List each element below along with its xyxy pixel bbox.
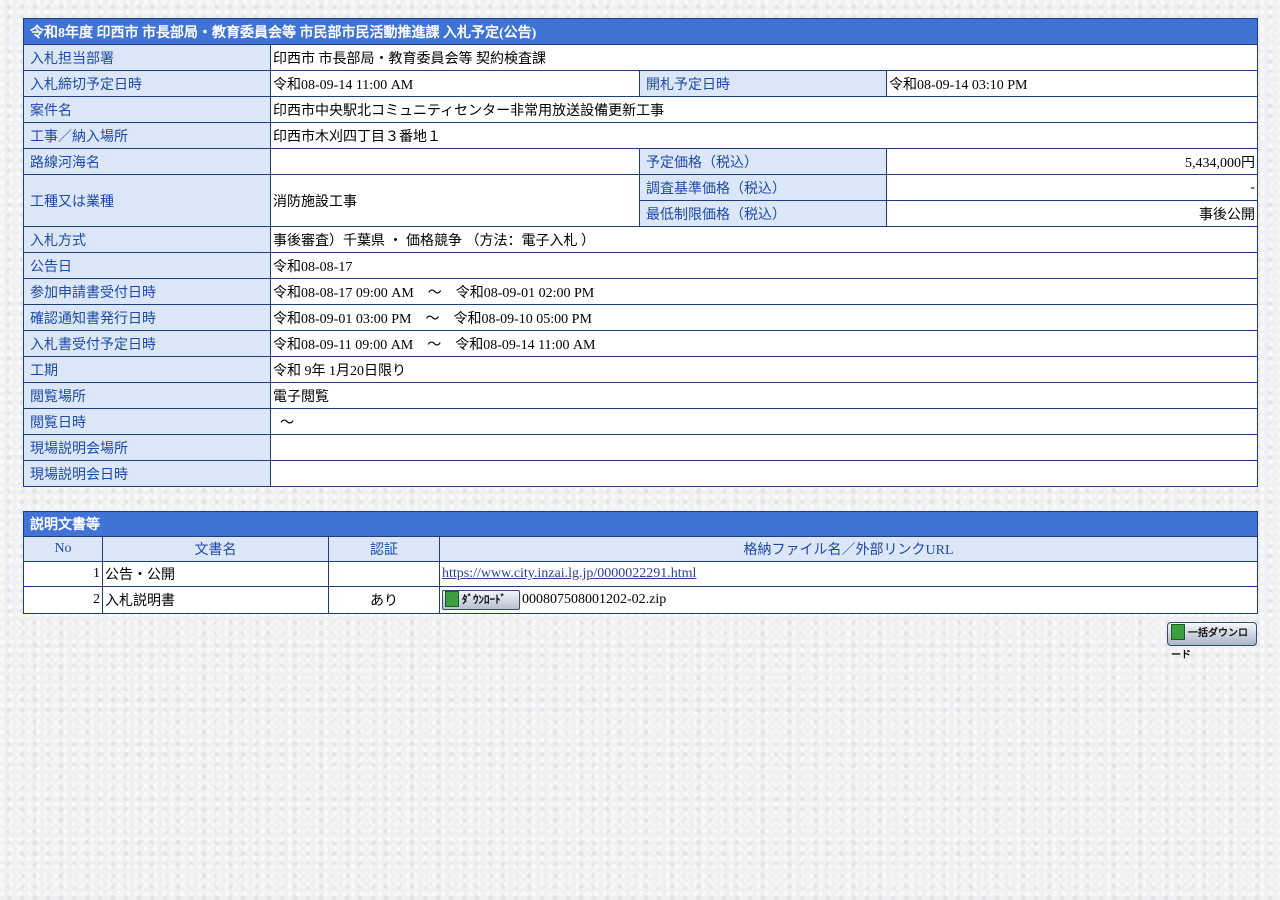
label-bid-deadline: 入札締切予定日時 — [23, 70, 271, 97]
documents-table: 説明文書等 No 文書名 認証 格納ファイル名／外部リンクURL 1 公告・公開… — [23, 511, 1258, 614]
row-doc-name: 入札説明書 — [102, 586, 329, 614]
label-route-name: 路線河海名 — [23, 148, 271, 175]
label-location: 工事／納入場所 — [23, 122, 271, 149]
bulk-download-button[interactable]: 一括ダウンロード — [1167, 622, 1257, 661]
row-no: 2 — [23, 586, 103, 614]
file-name: 000807508001202-02.zip — [522, 592, 667, 608]
value-survey-price: - — [885, 174, 1259, 201]
column-header-auth: 認証 — [328, 536, 440, 562]
page-content: 令和8年度 印西市 市長部局・教育委員会等 市民部市民活動推進課 入札予定(公告… — [22, 18, 1259, 661]
value-announce-date: 令和08-08-17 — [269, 252, 1259, 279]
value-route-name — [270, 148, 640, 175]
value-planned-price: 5,434,000円 — [885, 148, 1259, 175]
label-viewing-date: 閲覧日時 — [23, 408, 271, 435]
table-row: 2 入札説明書 あり ﾀﾞｳﾝﾛｰﾄﾞ 000807508001202-02.zi… — [23, 586, 1258, 614]
value-viewing-place: 電子閲覧 — [269, 382, 1259, 409]
label-department: 入札担当部署 — [23, 44, 271, 71]
label-survey-price: 調査基準価格（税込） — [639, 174, 887, 201]
row-doc-name: 公告・公開 — [102, 561, 329, 587]
label-bid-method: 入札方式 — [23, 226, 271, 253]
label-site-briefing-place: 現場説明会場所 — [23, 434, 271, 461]
label-bid-receipt-period: 入札書受付予定日時 — [23, 330, 271, 357]
label-project-name: 案件名 — [23, 96, 271, 123]
value-site-briefing-place — [269, 434, 1259, 461]
table-row: 1 公告・公開 https://www.city.inzai.lg.jp/000… — [23, 561, 1258, 587]
value-project-name: 印西市中央駅北コミュニティセンター非常用放送設備更新工事 — [269, 96, 1259, 123]
row-file: https://www.city.inzai.lg.jp/0000022291.… — [439, 561, 1258, 587]
external-link[interactable]: https://www.city.inzai.lg.jp/0000022291.… — [442, 566, 696, 581]
value-site-briefing-date — [269, 460, 1259, 487]
label-notice-period: 確認通知書発行日時 — [23, 304, 271, 331]
value-opening-date: 令和08-09-14 03:10 PM — [885, 70, 1259, 97]
column-header-doc-name: 文書名 — [102, 536, 329, 562]
value-bid-deadline: 令和08-09-14 11:00 AM — [270, 70, 640, 97]
value-bid-receipt-period: 令和08-09-11 09:00 AM ～ 令和08-09-14 11:00 A… — [269, 330, 1259, 357]
value-work-type: 消防施設工事 — [270, 174, 640, 227]
label-construction-period: 工期 — [23, 356, 271, 383]
value-viewing-date: ～ — [269, 408, 1259, 435]
value-department: 印西市 市長部局・教育委員会等 契約検査課 — [269, 44, 1259, 71]
value-construction-period: 令和 9年 1月20日限り — [269, 356, 1259, 383]
label-planned-price: 予定価格（税込） — [639, 148, 887, 175]
label-min-price: 最低制限価格（税込） — [639, 200, 887, 227]
row-no: 1 — [23, 561, 103, 587]
label-application-period: 参加申請書受付日時 — [23, 278, 271, 305]
label-opening-date: 開札予定日時 — [639, 70, 887, 97]
label-site-briefing-date: 現場説明会日時 — [23, 460, 271, 487]
download-icon — [1171, 624, 1185, 640]
row-auth — [328, 561, 440, 587]
label-work-type: 工種又は業種 — [23, 174, 271, 227]
label-viewing-place: 閲覧場所 — [23, 382, 271, 409]
download-icon — [445, 591, 459, 607]
value-min-price: 事後公開 — [885, 200, 1259, 227]
column-header-file: 格納ファイル名／外部リンクURL — [439, 536, 1258, 562]
download-button[interactable]: ﾀﾞｳﾝﾛｰﾄﾞ — [442, 590, 520, 610]
column-header-no: No — [23, 536, 103, 562]
bid-info-title: 令和8年度 印西市 市長部局・教育委員会等 市民部市民活動推進課 入札予定(公告… — [22, 18, 1259, 45]
value-bid-method: 事後審査）千葉県 ・ 価格競争 （方法：電子入札 ） — [269, 226, 1259, 253]
value-application-period: 令和08-08-17 09:00 AM ～ 令和08-09-01 02:00 P… — [269, 278, 1259, 305]
value-notice-period: 令和08-09-01 03:00 PM ～ 令和08-09-10 05:00 P… — [269, 304, 1259, 331]
bid-info-table: 令和8年度 印西市 市長部局・教育委員会等 市民部市民活動推進課 入札予定(公告… — [22, 18, 1259, 487]
value-location: 印西市木刈四丁目３番地１ — [269, 122, 1259, 149]
row-auth: あり — [328, 586, 440, 614]
row-file: ﾀﾞｳﾝﾛｰﾄﾞ 000807508001202-02.zip — [439, 586, 1258, 614]
download-button-label: ﾀﾞｳﾝﾛｰﾄﾞ — [462, 593, 506, 606]
label-announce-date: 公告日 — [23, 252, 271, 279]
documents-title: 説明文書等 — [23, 511, 1258, 537]
